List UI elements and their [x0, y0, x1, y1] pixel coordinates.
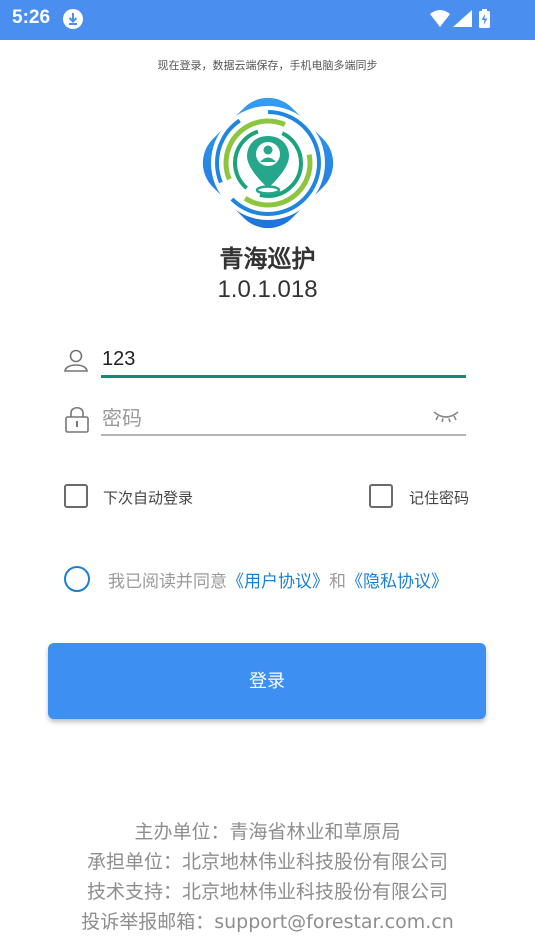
wifi-icon	[430, 10, 450, 27]
app-version: 1.0.1.018	[217, 276, 318, 303]
agreement-conjunction: 和	[329, 572, 346, 592]
download-icon	[62, 8, 84, 34]
footer-tech-support: 技术支持：北京地林伟业科技股份有限公司	[86, 881, 448, 903]
privacy-agreement-link[interactable]: 《隐私协议》	[346, 572, 448, 592]
status-bar: 5:26	[0, 0, 535, 40]
status-time: 5:26	[12, 7, 51, 28]
footer-complaint-email: 投诉举报邮箱：support@forestar.com.cn	[81, 911, 454, 933]
auto-login-checkbox[interactable]	[64, 484, 88, 508]
app-logo	[189, 84, 347, 242]
remember-password-checkbox[interactable]	[369, 484, 393, 508]
remember-password-label: 记住密码	[409, 489, 470, 507]
agreement-text: 我已阅读并同意《用户协议》和《隐私协议》	[108, 567, 448, 592]
login-button[interactable]: 登录	[48, 643, 486, 719]
app-name: 青海巡护	[219, 245, 316, 273]
auto-login-label: 下次自动登录	[103, 489, 194, 507]
signal-icon	[453, 10, 472, 27]
agreement-prefix: 我已阅读并同意	[108, 572, 227, 592]
username-input[interactable]	[101, 343, 466, 378]
password-input[interactable]	[101, 402, 466, 436]
eye-closed-icon[interactable]	[433, 408, 459, 427]
login-hint: 现在登录，数据云端保存，手机电脑多端同步	[157, 59, 378, 72]
footer-sponsor: 主办单位：青海省林业和草原局	[134, 821, 401, 843]
status-icons	[429, 8, 499, 34]
lock-icon	[64, 404, 90, 438]
agreement-radio[interactable]	[64, 566, 90, 592]
user-agreement-link[interactable]: 《用户协议》	[227, 572, 329, 592]
footer-undertaker: 承担单位：北京地林伟业科技股份有限公司	[86, 851, 448, 873]
user-icon	[63, 347, 89, 377]
